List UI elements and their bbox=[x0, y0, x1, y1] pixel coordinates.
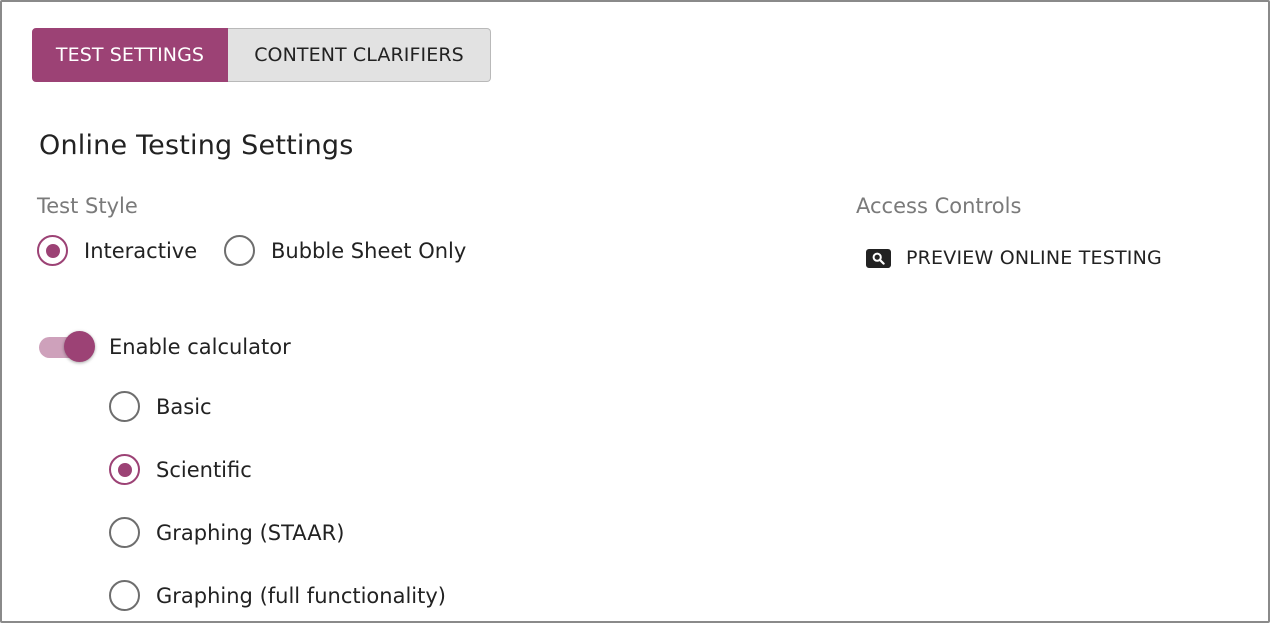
preview-online-testing-button[interactable]: PREVIEW ONLINE TESTING bbox=[866, 247, 1162, 269]
enable-calculator-label: Enable calculator bbox=[109, 335, 291, 359]
radio-button[interactable] bbox=[109, 454, 140, 485]
preview-online-testing-label: PREVIEW ONLINE TESTING bbox=[906, 247, 1162, 269]
enable-calculator-toggle[interactable] bbox=[39, 330, 95, 364]
toggle-knob bbox=[64, 331, 95, 362]
radio-button[interactable] bbox=[109, 580, 140, 611]
radio-label: Graphing (full functionality) bbox=[156, 583, 446, 608]
page-title: Online Testing Settings bbox=[39, 130, 354, 161]
test-style-label: Test Style bbox=[37, 194, 138, 218]
search-icon bbox=[866, 248, 891, 268]
radio-button[interactable] bbox=[224, 235, 255, 266]
radio-label: Interactive bbox=[84, 238, 198, 263]
radio-bubble-sheet-only[interactable]: Bubble Sheet Only bbox=[224, 235, 466, 266]
radio-button[interactable] bbox=[37, 235, 68, 266]
radio-calculator-graphing-full[interactable]: Graphing (full functionality) bbox=[109, 580, 446, 611]
radio-calculator-basic[interactable]: Basic bbox=[109, 391, 212, 422]
radio-button[interactable] bbox=[109, 391, 140, 422]
radio-button[interactable] bbox=[109, 517, 140, 548]
radio-calculator-graphing-staar[interactable]: Graphing (STAAR) bbox=[109, 517, 344, 548]
radio-label: Graphing (STAAR) bbox=[156, 520, 345, 545]
access-controls-label: Access Controls bbox=[856, 194, 1022, 218]
radio-interactive[interactable]: Interactive bbox=[37, 235, 197, 266]
enable-calculator-toggle-row[interactable]: Enable calculator bbox=[39, 330, 291, 364]
settings-panel: TEST SETTINGS CONTENT CLARIFIERS Online … bbox=[0, 0, 1270, 623]
tab-bar: TEST SETTINGS CONTENT CLARIFIERS bbox=[32, 28, 491, 82]
radio-label: Basic bbox=[156, 394, 212, 419]
radio-label: Bubble Sheet Only bbox=[271, 238, 467, 263]
radio-calculator-scientific[interactable]: Scientific bbox=[109, 454, 252, 485]
tab-content-clarifiers[interactable]: CONTENT CLARIFIERS bbox=[228, 28, 491, 82]
radio-label: Scientific bbox=[156, 457, 252, 482]
tab-test-settings[interactable]: TEST SETTINGS bbox=[32, 28, 228, 82]
